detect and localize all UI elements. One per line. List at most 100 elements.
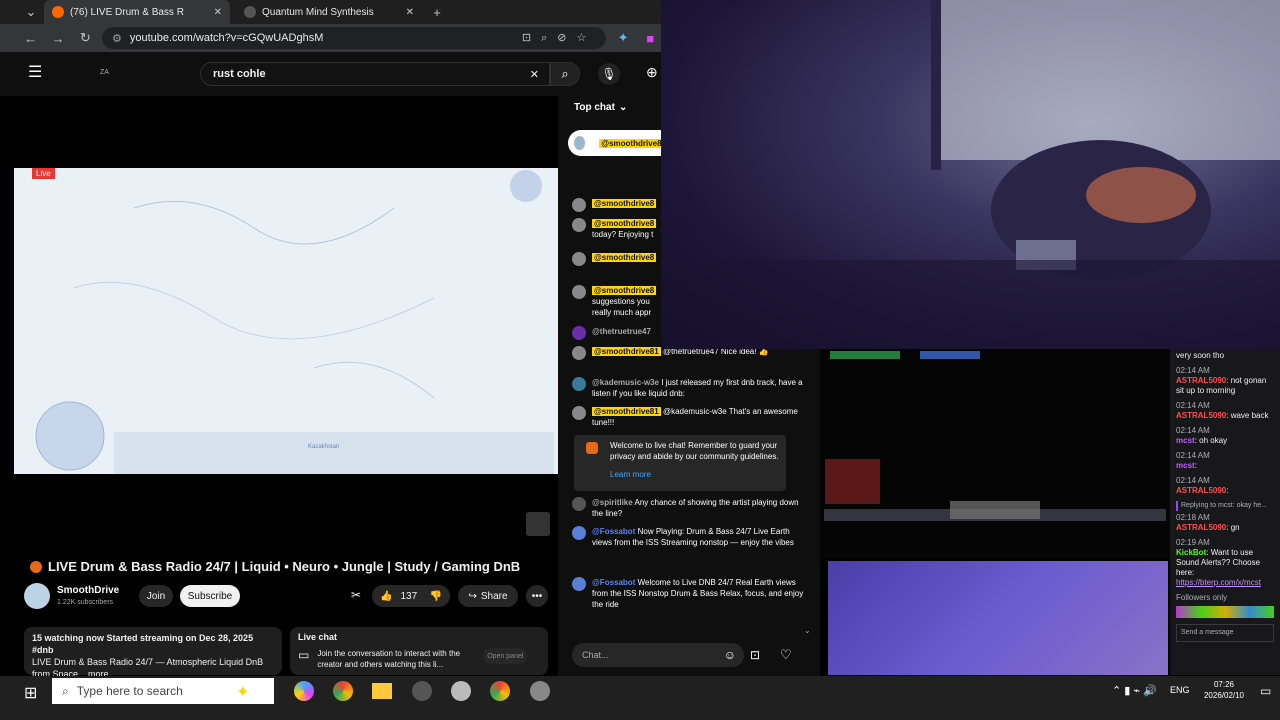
welcome-card: Welcome to live chat! Remember to guard … <box>574 435 786 491</box>
sparkle-icon[interactable]: ✦ <box>236 682 249 702</box>
subscribe-button[interactable]: Subscribe <box>180 585 240 607</box>
tab-youtube[interactable]: (76) LIVE Drum & Bass R ✕ <box>44 0 230 24</box>
tw-message-text: very soon tho <box>1176 351 1225 360</box>
channel-avatar[interactable] <box>24 583 50 609</box>
chat-author[interactable]: @smoothdrive8 <box>592 286 657 295</box>
like-button[interactable]: 👍 137 👎 <box>372 585 450 607</box>
avatar[interactable] <box>572 377 586 391</box>
app-2-icon[interactable] <box>530 681 550 701</box>
tw-author[interactable]: mcst <box>1176 436 1195 445</box>
site-info-icon[interactable]: ⚙ <box>112 32 122 45</box>
chat-author[interactable]: @Fossabot <box>592 527 635 536</box>
forward-icon[interactable]: → <box>47 27 68 49</box>
live-dot-icon <box>30 560 42 573</box>
video-player[interactable]: Kazakhstan <box>14 168 558 474</box>
clear-search-icon[interactable]: ✕ <box>530 68 539 81</box>
extension-2-icon[interactable]: ■ <box>640 27 661 49</box>
chat-author[interactable]: @spiritlike <box>592 498 633 507</box>
chat-input[interactable]: Chat... ☺ <box>572 643 744 667</box>
chrome-2-icon[interactable] <box>490 681 510 701</box>
tw-link[interactable]: https://bterp.com/x/mcst <box>1176 578 1274 588</box>
chat-mode-label: Top chat <box>574 102 615 113</box>
menu-icon[interactable]: ☰ <box>28 64 46 82</box>
dislike-icon[interactable]: 👎 <box>430 591 442 602</box>
chat-author[interactable]: @thetruetrue47 <box>592 327 651 336</box>
tw-author[interactable]: ASTRAL5090 <box>1176 523 1226 532</box>
chat-author[interactable]: @smoothdrive8 <box>592 199 657 208</box>
channel-name[interactable]: SmoothDrive <box>57 585 119 596</box>
tab-search-icon[interactable]: ⌄ <box>20 0 42 24</box>
reload-icon[interactable]: ↻ <box>75 27 96 49</box>
avatar[interactable] <box>572 406 586 420</box>
app-icon[interactable] <box>451 681 471 701</box>
avatar[interactable] <box>572 326 586 340</box>
chat-author[interactable]: @kademusic-w3e <box>592 378 659 387</box>
tw-author[interactable]: mcst <box>1176 461 1195 470</box>
search-icon: ⌕ <box>561 66 569 81</box>
tw-time: 02:14 AM <box>1176 451 1210 460</box>
emote-bar[interactable] <box>1176 606 1274 618</box>
create-icon[interactable]: ⊕ <box>646 64 658 81</box>
description-box[interactable]: 15 watching now Started streaming on Dec… <box>24 627 282 679</box>
tw-time: 02:18 AM <box>1176 513 1210 522</box>
tw-author[interactable]: ASTRAL5090 <box>1176 411 1226 420</box>
clip-icon[interactable]: ✂ <box>351 588 361 602</box>
open-panel-button[interactable]: Open panel <box>483 648 528 664</box>
earth-view <box>35 170 554 474</box>
tw-chat-input[interactable]: Send a message <box>1176 624 1274 642</box>
avatar[interactable] <box>572 526 586 540</box>
like-icon: 👍 <box>380 590 393 602</box>
language-indicator[interactable]: ENG <box>1170 685 1190 695</box>
share-button[interactable]: ↪ Share <box>458 585 518 607</box>
chat-author[interactable]: @smoothdrive8 <box>592 219 657 228</box>
emoji-icon[interactable]: ☺ <box>724 648 736 662</box>
tw-author[interactable]: ASTRAL5090 <box>1176 486 1226 495</box>
chat-author[interactable]: @Fossabot <box>592 578 635 587</box>
windows-start-icon[interactable]: ⊞ <box>24 683 37 703</box>
tw-time: 02:14 AM <box>1176 476 1210 485</box>
avatar[interactable] <box>572 577 586 591</box>
region-code: ZA <box>100 69 109 76</box>
chat-mode-dropdown[interactable]: Top chat ⌄ <box>574 102 627 113</box>
chat-message: @spiritlike Any chance of showing the ar… <box>572 497 808 519</box>
chat-author[interactable]: @smoothdrive8 <box>592 253 657 262</box>
tab-quantum[interactable]: Quantum Mind Synthesis ✕ <box>236 0 422 24</box>
chat-message: @kademusic-w3e I just released my first … <box>572 377 808 399</box>
avatar[interactable] <box>572 497 586 511</box>
search-button[interactable]: ⌕ <box>550 62 580 86</box>
address-bar[interactable]: ⚙ youtube.com/watch?v=cGQwUADghsM ⊡⌕⊘☆ <box>101 27 607 49</box>
chat-author[interactable]: @smoothdrive81 <box>592 407 661 416</box>
close-tab-icon[interactable]: ✕ <box>214 7 222 18</box>
super-chat-icon[interactable]: ⊡ <box>750 648 760 662</box>
tw-author[interactable]: ASTRAL5090 <box>1176 376 1226 385</box>
file-explorer-icon[interactable] <box>372 683 392 699</box>
close-tab-icon[interactable]: ✕ <box>406 7 414 18</box>
copilot-icon[interactable] <box>294 681 314 701</box>
more-actions-icon[interactable]: ••• <box>526 585 548 607</box>
scroll-down-icon[interactable]: ⌄ <box>804 626 811 635</box>
learn-more-link[interactable]: Learn more <box>610 469 780 480</box>
avatar[interactable] <box>572 198 586 212</box>
notifications-icon[interactable]: ▭ <box>1260 684 1271 698</box>
clock[interactable]: 07:26 2026/02/10 <box>1198 679 1250 701</box>
search-input[interactable]: rust cohle ✕ <box>200 62 550 86</box>
avatar[interactable] <box>572 346 586 360</box>
heart-icon[interactable]: ♡ <box>780 647 792 663</box>
channel-watermark-icon[interactable] <box>526 512 550 536</box>
steam-icon[interactable] <box>412 681 432 701</box>
system-tray-icons[interactable]: ⌃ ▮ ⌁ 🔊 <box>1112 684 1157 697</box>
new-tab-icon[interactable]: + <box>426 1 448 23</box>
omnibox-actions-icon[interactable]: ⊡⌕⊘☆ <box>522 31 596 45</box>
back-icon[interactable]: ← <box>20 27 41 49</box>
chrome-icon[interactable] <box>333 681 353 701</box>
avatar[interactable] <box>572 252 586 266</box>
tw-author[interactable]: KickBot <box>1176 548 1206 557</box>
extension-icon[interactable]: ✦ <box>612 27 633 49</box>
join-button[interactable]: Join <box>139 585 173 607</box>
pinned-message[interactable]: @smoothdrive81 <box>568 130 668 156</box>
avatar[interactable] <box>572 218 586 232</box>
voice-search-icon[interactable]: 🎙 <box>598 63 620 85</box>
welcome-text: Welcome to live chat! Remember to guard … <box>610 441 779 461</box>
avatar[interactable] <box>572 285 586 299</box>
chat-author[interactable]: @smoothdrive81 <box>592 347 661 356</box>
